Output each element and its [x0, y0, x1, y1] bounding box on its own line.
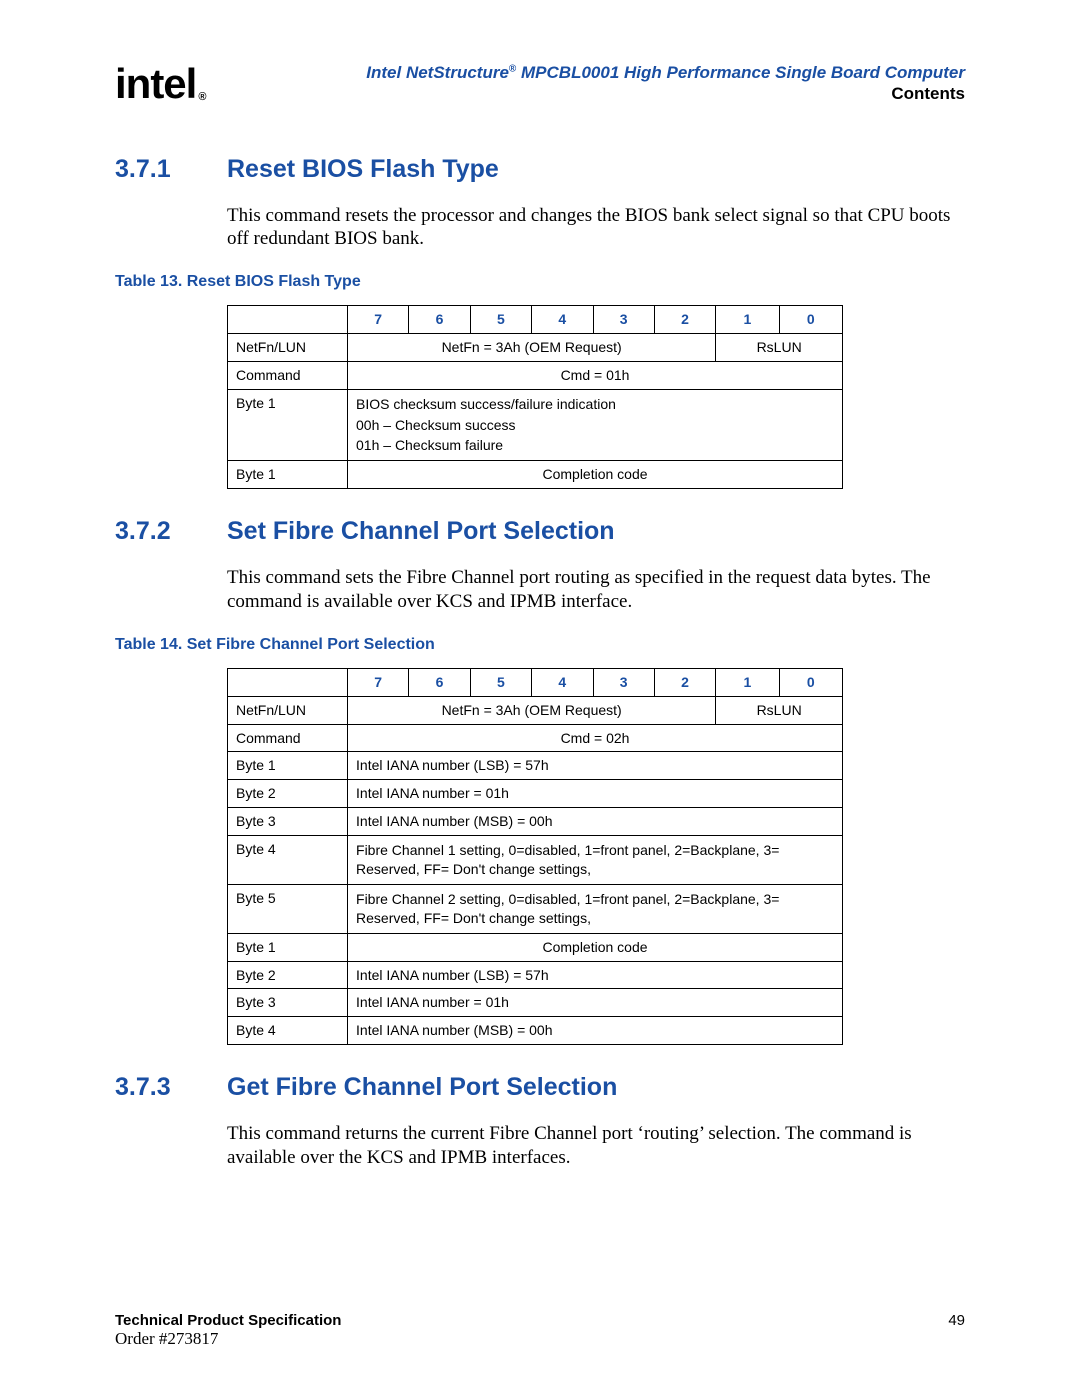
- table-corner: [228, 306, 348, 334]
- bit-header: 2: [654, 668, 715, 696]
- table-cell: Intel IANA number = 01h: [348, 780, 843, 808]
- bit-header: 4: [532, 668, 593, 696]
- table-cell: Completion code: [348, 933, 843, 961]
- table-row: NetFn/LUNNetFn = 3Ah (OEM Request)RsLUN: [228, 333, 843, 361]
- row-label: NetFn/LUN: [228, 696, 348, 724]
- section-title: Reset BIOS Flash Type: [227, 155, 499, 184]
- table-row: Byte 3Intel IANA number = 01h: [228, 989, 843, 1017]
- row-label: Command: [228, 361, 348, 389]
- page-footer: Technical Product Specification Order #2…: [115, 1312, 965, 1349]
- bit-header: 2: [654, 306, 715, 334]
- page-header: intel® Intel NetStructure® MPCBL0001 Hig…: [115, 62, 965, 105]
- table-row: Byte 1Intel IANA number (LSB) = 57h: [228, 752, 843, 780]
- table-row: Byte 4Fibre Channel 1 setting, 0=disable…: [228, 836, 843, 885]
- table-row: NetFn/LUNNetFn = 3Ah (OEM Request)RsLUN: [228, 696, 843, 724]
- row-label: Byte 1: [228, 461, 348, 489]
- table-row: CommandCmd = 02h: [228, 724, 843, 752]
- row-label: NetFn/LUN: [228, 333, 348, 361]
- table-row: CommandCmd = 01h: [228, 361, 843, 389]
- table-row: Byte 4Intel IANA number (MSB) = 00h: [228, 1017, 843, 1045]
- table-corner: [228, 668, 348, 696]
- section-number: 3.7.1: [115, 155, 227, 184]
- table-cell: Intel IANA number (LSB) = 57h: [348, 961, 843, 989]
- row-label: Byte 5: [228, 884, 348, 933]
- bit-header: 0: [779, 306, 842, 334]
- bit-header: 1: [716, 306, 779, 334]
- section: 3.7.2 Set Fibre Channel Port Selection Th…: [115, 517, 965, 1045]
- table-cell: Intel IANA number (MSB) = 00h: [348, 808, 843, 836]
- section-body: This command returns the current Fibre C…: [227, 1122, 965, 1170]
- section-title: Set Fibre Channel Port Selection: [227, 517, 615, 546]
- table-row: Byte 1Completion code: [228, 461, 843, 489]
- table-cell: RsLUN: [716, 333, 843, 361]
- row-label: Command: [228, 724, 348, 752]
- row-label: Byte 3: [228, 808, 348, 836]
- table-row: Byte 2Intel IANA number (LSB) = 57h: [228, 961, 843, 989]
- table-cell: NetFn = 3Ah (OEM Request): [348, 696, 716, 724]
- section: 3.7.3 Get Fibre Channel Port Selection Th…: [115, 1073, 965, 1170]
- table-row: Byte 1Completion code: [228, 933, 843, 961]
- table-row: Byte 1BIOS checksum success/failure indi…: [228, 389, 843, 461]
- section-body: This command sets the Fibre Channel port…: [227, 566, 965, 614]
- footer-order: Order #273817: [115, 1329, 218, 1348]
- table-row: Byte 5Fibre Channel 2 setting, 0=disable…: [228, 884, 843, 933]
- page-number: 49: [948, 1312, 965, 1329]
- bit-header: 3: [593, 668, 654, 696]
- table-cell: Intel IANA number = 01h: [348, 989, 843, 1017]
- bit-header: 3: [593, 306, 654, 334]
- table-caption: Table 13. Reset BIOS Flash Type: [115, 273, 965, 291]
- row-label: Byte 4: [228, 836, 348, 885]
- bit-header: 6: [409, 306, 470, 334]
- bit-header: 5: [470, 668, 531, 696]
- row-label: Byte 2: [228, 961, 348, 989]
- section-number: 3.7.2: [115, 517, 227, 546]
- row-label: Byte 1: [228, 933, 348, 961]
- section-body: This command resets the processor and ch…: [227, 204, 965, 252]
- doc-title: Intel NetStructure® MPCBL0001 High Perfo…: [217, 62, 965, 83]
- row-label: Byte 1: [228, 389, 348, 461]
- table-cell: Fibre Channel 1 setting, 0=disabled, 1=f…: [348, 836, 843, 885]
- row-label: Byte 2: [228, 780, 348, 808]
- table-cell: Intel IANA number (LSB) = 57h: [348, 752, 843, 780]
- doc-section: Contents: [217, 83, 965, 104]
- table-cell: BIOS checksum success/failure indication…: [348, 389, 843, 461]
- table-row: Byte 3Intel IANA number (MSB) = 00h: [228, 808, 843, 836]
- footer-spec: Technical Product Specification: [115, 1312, 341, 1329]
- table-cell: NetFn = 3Ah (OEM Request): [348, 333, 716, 361]
- bit-header: 4: [532, 306, 593, 334]
- table-caption: Table 14. Set Fibre Channel Port Selecti…: [115, 636, 965, 654]
- row-label: Byte 1: [228, 752, 348, 780]
- table-cell: Cmd = 02h: [348, 724, 843, 752]
- bit-header: 7: [348, 668, 409, 696]
- table-cell: Fibre Channel 2 setting, 0=disabled, 1=f…: [348, 884, 843, 933]
- row-label: Byte 4: [228, 1017, 348, 1045]
- table-cell: RsLUN: [716, 696, 843, 724]
- table-cell: Completion code: [348, 461, 843, 489]
- row-label: Byte 3: [228, 989, 348, 1017]
- command-table: 76543210NetFn/LUNNetFn = 3Ah (OEM Reques…: [227, 668, 843, 1045]
- bit-header: 6: [409, 668, 470, 696]
- bit-header: 1: [716, 668, 779, 696]
- table-row: Byte 2Intel IANA number = 01h: [228, 780, 843, 808]
- bit-header: 5: [470, 306, 531, 334]
- section-title: Get Fibre Channel Port Selection: [227, 1073, 617, 1102]
- section-number: 3.7.3: [115, 1073, 227, 1102]
- bit-header: 0: [779, 668, 842, 696]
- bit-header: 7: [348, 306, 409, 334]
- table-cell: Cmd = 01h: [348, 361, 843, 389]
- section: 3.7.1 Reset BIOS Flash Type This command …: [115, 155, 965, 490]
- intel-logo: intel®: [115, 63, 217, 105]
- table-cell: Intel IANA number (MSB) = 00h: [348, 1017, 843, 1045]
- command-table: 76543210NetFn/LUNNetFn = 3Ah (OEM Reques…: [227, 305, 843, 489]
